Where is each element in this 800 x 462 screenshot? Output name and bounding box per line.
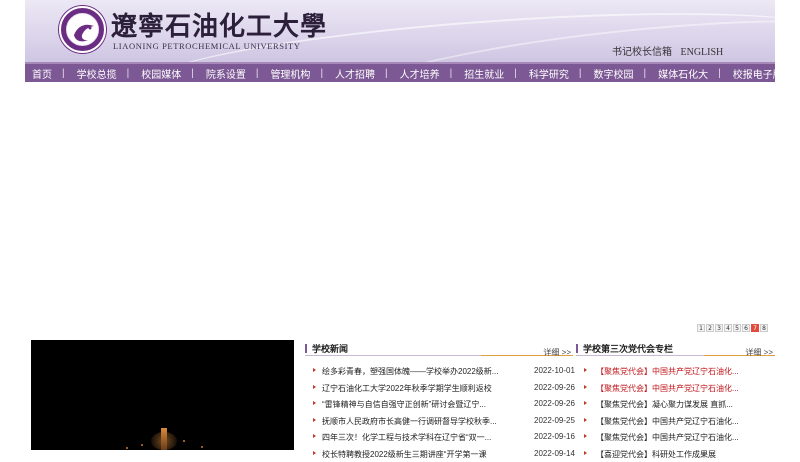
- bullet-arrow-icon: [313, 451, 316, 455]
- party-congress-panel: 学校第三次党代会专栏 详细 >> 【聚焦党代会】中国共产党辽宁石油化... 【聚…: [576, 340, 775, 462]
- nav-item-administration[interactable]: 管理机构: [270, 66, 310, 81]
- party-news-row[interactable]: 【聚焦党代会】中国共产党辽宁石油化...: [576, 429, 775, 446]
- nav-separator: |: [191, 68, 194, 79]
- nav-item-e-newspaper[interactable]: 校报电子版: [733, 66, 783, 81]
- bullet-arrow-icon: [584, 418, 587, 422]
- news-title[interactable]: “雷锋精神与自信自强守正创新”研讨会暨辽宁...: [322, 399, 486, 410]
- photo-light-dot: [201, 446, 203, 448]
- party-congress-title: 学校第三次党代会专栏: [583, 342, 673, 355]
- photo-light-dot: [141, 444, 143, 446]
- university-emblem-icon[interactable]: [59, 6, 106, 53]
- english-link[interactable]: ENGLISH: [681, 47, 724, 58]
- news-row[interactable]: “雷锋精神与自信自强守正创新”研讨会暨辽宁... 2022-09-26: [305, 396, 573, 413]
- bullet-arrow-icon: [313, 368, 316, 372]
- nav-separator: |: [385, 68, 388, 79]
- party-news-row[interactable]: 【喜迎党代会】科研处工作成果展: [576, 446, 775, 462]
- party-news-title[interactable]: 【聚焦党代会】凝心聚力谋发展 直抓...: [596, 399, 733, 410]
- news-title[interactable]: 抚顺市人民政府市长高健一行调研督导学校秋季...: [322, 416, 497, 427]
- main-nav: 首页 | 学校总揽 | 校园媒体 | 院系设置 | 管理机构 | 人才招聘 | …: [25, 62, 775, 82]
- nav-item-home[interactable]: 首页: [32, 66, 52, 81]
- nav-separator: |: [643, 68, 646, 79]
- nav-separator: |: [127, 68, 130, 79]
- panel-title-marker: [305, 344, 307, 353]
- photo-light-dot: [126, 447, 128, 449]
- nav-separator: |: [62, 68, 65, 79]
- news-title[interactable]: 校长特聘教授2022级新生三期讲座“开学第一课: [322, 449, 486, 460]
- news-title[interactable]: 绘多彩青春，塑强国体魄——学校举办2022级新...: [322, 366, 498, 377]
- nav-separator: |: [256, 68, 259, 79]
- news-title[interactable]: 辽宁石油化工大学2022年秋季学期学生顺利返校: [322, 383, 492, 394]
- news-date: 2022-09-26: [534, 399, 575, 408]
- party-congress-more-link[interactable]: 详细 >>: [745, 347, 773, 358]
- pager-dot-5[interactable]: 5: [733, 324, 741, 332]
- news-date: 2022-09-16: [534, 432, 575, 441]
- news-row[interactable]: 抚顺市人民政府市长高健一行调研督导学校秋季... 2022-09-25: [305, 413, 573, 430]
- news-row[interactable]: 辽宁石油化工大学2022年秋季学期学生顺利返校 2022-09-26: [305, 380, 573, 397]
- news-row[interactable]: 四年三次！化学工程与技术学科在辽宁省“双一... 2022-09-16: [305, 429, 573, 446]
- news-date: 2022-09-25: [534, 416, 575, 425]
- nav-item-recruitment[interactable]: 人才招聘: [335, 66, 375, 81]
- bullet-arrow-icon: [584, 385, 587, 389]
- bullet-arrow-icon: [313, 385, 316, 389]
- bullet-arrow-icon: [584, 434, 587, 438]
- party-news-title[interactable]: 【聚焦党代会】中国共产党辽宁石油化...: [596, 416, 739, 427]
- bullet-arrow-icon: [584, 401, 587, 405]
- pager-dot-1[interactable]: 1: [697, 324, 705, 332]
- bullet-arrow-icon: [313, 418, 316, 422]
- school-news-more-link[interactable]: 详细 >>: [543, 347, 571, 358]
- school-news-title: 学校新闻: [312, 342, 348, 355]
- site-header: 遼寧石油化工大學 LIAONING PETROCHEMICAL UNIVERSI…: [25, 0, 775, 62]
- nav-item-overview[interactable]: 学校总揽: [77, 66, 117, 81]
- bullet-arrow-icon: [313, 401, 316, 405]
- pager-dot-2[interactable]: 2: [706, 324, 714, 332]
- pager-dot-3[interactable]: 3: [715, 324, 723, 332]
- nav-item-media-lnpu[interactable]: 媒体石化大: [658, 66, 708, 81]
- photo-light-dot: [183, 440, 185, 442]
- bullet-arrow-icon: [313, 434, 316, 438]
- party-news-title[interactable]: 【聚焦党代会】中国共产党辽宁石油化...: [596, 383, 739, 394]
- nav-item-departments[interactable]: 院系设置: [206, 66, 246, 81]
- nav-separator: |: [450, 68, 453, 79]
- top-links: 书记校长信箱 ENGLISH: [612, 43, 729, 58]
- school-news-header: 学校新闻 详细 >>: [305, 340, 573, 356]
- pager-dot-8[interactable]: 8: [760, 324, 768, 332]
- banner-pager: 1 2 3 4 5 6 7 8: [697, 324, 768, 332]
- nav-separator: |: [320, 68, 323, 79]
- nav-item-talent-training[interactable]: 人才培养: [400, 66, 440, 81]
- news-row[interactable]: 绘多彩青春，塑强国体魄——学校举办2022级新... 2022-10-01: [305, 363, 573, 380]
- principal-mailbox-link[interactable]: 书记校长信箱: [612, 47, 672, 58]
- pager-dot-7[interactable]: 7: [751, 324, 759, 332]
- bullet-arrow-icon: [584, 368, 587, 372]
- news-photo[interactable]: [31, 340, 294, 450]
- nav-separator: |: [718, 68, 721, 79]
- nav-item-research[interactable]: 科学研究: [529, 66, 569, 81]
- pager-dot-4[interactable]: 4: [724, 324, 732, 332]
- party-news-row[interactable]: 【聚焦党代会】中国共产党辽宁石油化...: [576, 363, 775, 380]
- school-news-panel: 学校新闻 详细 >> 绘多彩青春，塑强国体魄——学校举办2022级新... 20…: [305, 340, 573, 462]
- news-row[interactable]: 校长特聘教授2022级新生三期讲座“开学第一课 2022-09-14: [305, 446, 573, 462]
- party-congress-header: 学校第三次党代会专栏 详细 >>: [576, 340, 775, 356]
- news-title[interactable]: 四年三次！化学工程与技术学科在辽宁省“双一...: [322, 432, 491, 443]
- nav-item-campus-media[interactable]: 校园媒体: [141, 66, 181, 81]
- panel-title-marker: [576, 344, 578, 353]
- nav-separator: |: [579, 68, 582, 79]
- university-name-en: LIAONING PETROCHEMICAL UNIVERSITY: [113, 41, 301, 51]
- nav-item-digital-campus[interactable]: 数字校园: [593, 66, 633, 81]
- party-news-row[interactable]: 【聚焦党代会】中国共产党辽宁石油化...: [576, 413, 775, 430]
- photo-tower: [161, 428, 167, 450]
- party-news-title[interactable]: 【喜迎党代会】科研处工作成果展: [596, 449, 716, 460]
- emblem-bird-icon: [70, 17, 99, 46]
- party-news-row[interactable]: 【聚焦党代会】中国共产党辽宁石油化...: [576, 380, 775, 397]
- bullet-arrow-icon: [584, 451, 587, 455]
- party-news-row[interactable]: 【聚焦党代会】凝心聚力谋发展 直抓...: [576, 396, 775, 413]
- university-name-cn[interactable]: 遼寧石油化工大學: [111, 6, 327, 43]
- news-date: 2022-10-01: [534, 366, 575, 375]
- nav-item-admissions[interactable]: 招生就业: [464, 66, 504, 81]
- party-news-title[interactable]: 【聚焦党代会】中国共产党辽宁石油化...: [596, 432, 739, 443]
- news-date: 2022-09-26: [534, 383, 575, 392]
- nav-separator: |: [514, 68, 517, 79]
- pager-dot-6[interactable]: 6: [742, 324, 750, 332]
- party-news-title[interactable]: 【聚焦党代会】中国共产党辽宁石油化...: [596, 366, 739, 377]
